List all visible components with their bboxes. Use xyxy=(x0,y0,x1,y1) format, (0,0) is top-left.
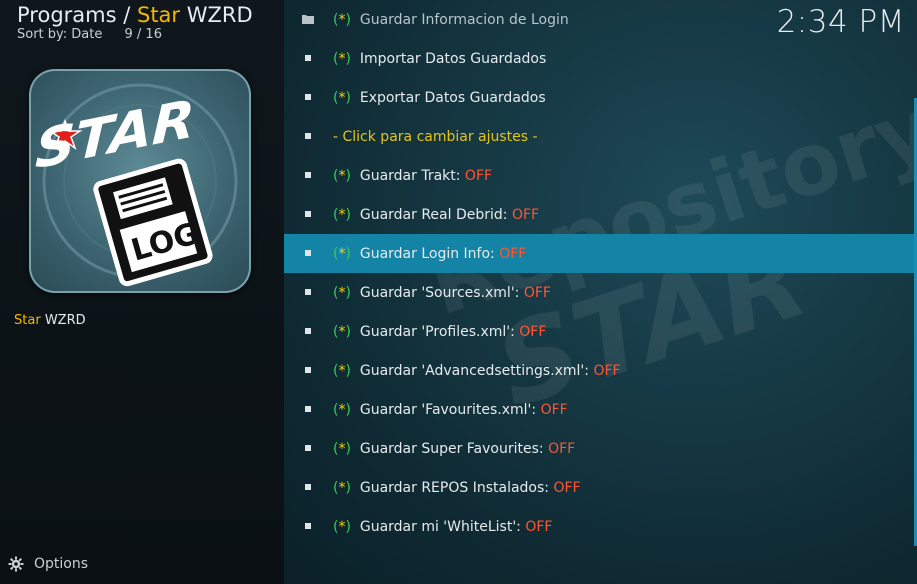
list-item-text: (*) Guardar REPOS Instalados: OFF xyxy=(333,480,581,496)
status-badge: OFF xyxy=(519,323,547,340)
bullet-icon xyxy=(305,406,311,412)
addon-suffix: WZRD xyxy=(44,313,86,328)
list-item-text: (*) Guardar 'Sources.xml': OFF xyxy=(333,285,551,301)
clock: 2:34 PM xyxy=(776,4,905,40)
bullet-icon xyxy=(305,445,311,451)
list-item[interactable]: (*) Guardar REPOS Instalados: OFF xyxy=(284,468,914,507)
options-gear-icon xyxy=(8,556,24,572)
list-item[interactable]: (*) Guardar 'Advancedsettings.xml': OFF xyxy=(284,351,914,390)
addon-name: Star WZRD xyxy=(14,313,86,328)
title-suffix: WZRD xyxy=(186,3,253,27)
status-badge: OFF xyxy=(593,362,621,379)
bullet-icon xyxy=(305,211,311,217)
app-window: Programs / Star WZRD Sort by: Date 9 / 1… xyxy=(0,0,917,584)
marker-close: ) xyxy=(345,284,351,301)
marker-close: ) xyxy=(345,401,351,418)
addon-thumbnail: STAR LOG xyxy=(29,69,251,293)
list-item-label: Guardar Trakt: xyxy=(359,167,461,184)
list-item[interactable]: (*) Guardar mi 'WhiteList': OFF xyxy=(284,507,914,546)
title-prefix: Programs / xyxy=(17,3,131,27)
addon-accent: Star xyxy=(14,313,41,328)
list-item[interactable]: (*) Importar Datos Guardados xyxy=(284,39,914,78)
marker-close: ) xyxy=(345,245,351,262)
status-badge: OFF xyxy=(548,440,576,457)
status-badge: OFF xyxy=(523,284,551,301)
list-item-label: Exportar Datos Guardados xyxy=(359,89,546,106)
marker-close: ) xyxy=(345,11,351,28)
options-label: Options xyxy=(34,556,89,572)
sort-label[interactable]: Sort by: Date xyxy=(17,27,102,42)
settings-hint: - Click para cambiar ajustes - xyxy=(333,128,538,145)
list-item-label: Guardar Login Info: xyxy=(359,245,495,262)
bullet-icon xyxy=(305,172,311,178)
bullet-icon xyxy=(305,55,311,61)
list-item-text: - Click para cambiar ajustes - xyxy=(333,129,538,145)
list-item[interactable]: - Click para cambiar ajustes - xyxy=(284,117,914,156)
star-log-logo-icon: STAR LOG xyxy=(34,83,238,287)
list-item-label: Guardar Super Favourites: xyxy=(359,440,544,457)
list-item[interactable]: (*) Guardar Real Debrid: OFF xyxy=(284,195,914,234)
list-item-label: Guardar mi 'WhiteList': xyxy=(359,518,521,535)
list-item[interactable]: (*) Guardar 'Sources.xml': OFF xyxy=(284,273,914,312)
bullet-icon xyxy=(305,523,311,529)
list-item-text: (*) Guardar 'Profiles.xml': OFF xyxy=(333,324,546,340)
list-item-text: (*) Guardar Informacion de Login xyxy=(333,12,569,28)
marker-close: ) xyxy=(345,518,351,535)
status-badge: OFF xyxy=(553,479,581,496)
marker-close: ) xyxy=(345,362,351,379)
list-item-text: (*) Guardar Login Info: OFF xyxy=(333,246,526,262)
status-badge: OFF xyxy=(525,518,553,535)
options-button[interactable]: Options xyxy=(8,556,88,572)
list-item-label: Guardar 'Advancedsettings.xml': xyxy=(359,362,589,379)
bullet-icon xyxy=(305,367,311,373)
list-item[interactable]: (*) Guardar 'Profiles.xml': OFF xyxy=(284,312,914,351)
list-item[interactable]: (*) Guardar Login Info: OFF xyxy=(284,234,914,273)
bullet-icon xyxy=(305,94,311,100)
list-item-text: (*) Exportar Datos Guardados xyxy=(333,90,546,106)
marker-close: ) xyxy=(345,89,351,106)
bullet-icon xyxy=(305,289,311,295)
marker-close: ) xyxy=(345,167,351,184)
list-item-label: Guardar Informacion de Login xyxy=(359,11,569,28)
list-item[interactable]: (*) Guardar Super Favourites: OFF xyxy=(284,429,914,468)
marker-close: ) xyxy=(345,440,351,457)
list-item-text: (*) Guardar Real Debrid: OFF xyxy=(333,207,539,223)
marker-close: ) xyxy=(345,206,351,223)
info-panel: Programs / Star WZRD Sort by: Date 9 / 1… xyxy=(0,0,284,584)
list-item-label: Guardar 'Profiles.xml': xyxy=(359,323,515,340)
marker-close: ) xyxy=(345,50,351,67)
title-accent: Star xyxy=(136,3,181,27)
bullet-icon xyxy=(305,133,311,139)
list-item-label: Guardar REPOS Instalados: xyxy=(359,479,549,496)
bullet-icon xyxy=(305,484,311,490)
item-position: 9 / 16 xyxy=(124,27,162,42)
marker-close: ) xyxy=(345,479,351,496)
list-item[interactable]: (*) Guardar 'Favourites.xml': OFF xyxy=(284,390,914,429)
status-badge: OFF xyxy=(540,401,568,418)
list-panel: Repository STAR (*) Guardar Informacion … xyxy=(284,0,917,584)
bullet-icon xyxy=(305,250,311,256)
page-title: Programs / Star WZRD xyxy=(17,3,253,27)
bullet-icon xyxy=(305,328,311,334)
list-item[interactable]: (*) Exportar Datos Guardados xyxy=(284,78,914,117)
list-item-text: (*) Guardar 'Favourites.xml': OFF xyxy=(333,402,568,418)
list-item-text: (*) Importar Datos Guardados xyxy=(333,51,546,67)
marker-close: ) xyxy=(345,323,351,340)
list-item-text: (*) Guardar Super Favourites: OFF xyxy=(333,441,575,457)
list-item-label: Guardar Real Debrid: xyxy=(359,206,508,223)
list-item-label: Importar Datos Guardados xyxy=(359,50,547,67)
list-item-label: Guardar 'Sources.xml': xyxy=(359,284,520,301)
status-badge: OFF xyxy=(464,167,493,184)
sort-info: Sort by: Date 9 / 16 xyxy=(17,27,162,42)
list-item[interactable]: (*) Guardar Trakt: OFF xyxy=(284,156,914,195)
list-item-text: (*) Guardar mi 'WhiteList': OFF xyxy=(333,519,552,535)
list-item-text: (*) Guardar 'Advancedsettings.xml': OFF xyxy=(333,363,621,379)
list-item-text: (*) Guardar Trakt: OFF xyxy=(333,168,492,184)
status-badge: OFF xyxy=(499,245,527,262)
list-item-label: Guardar 'Favourites.xml': xyxy=(359,401,537,418)
status-badge: OFF xyxy=(511,206,540,223)
folder-icon xyxy=(302,15,314,24)
